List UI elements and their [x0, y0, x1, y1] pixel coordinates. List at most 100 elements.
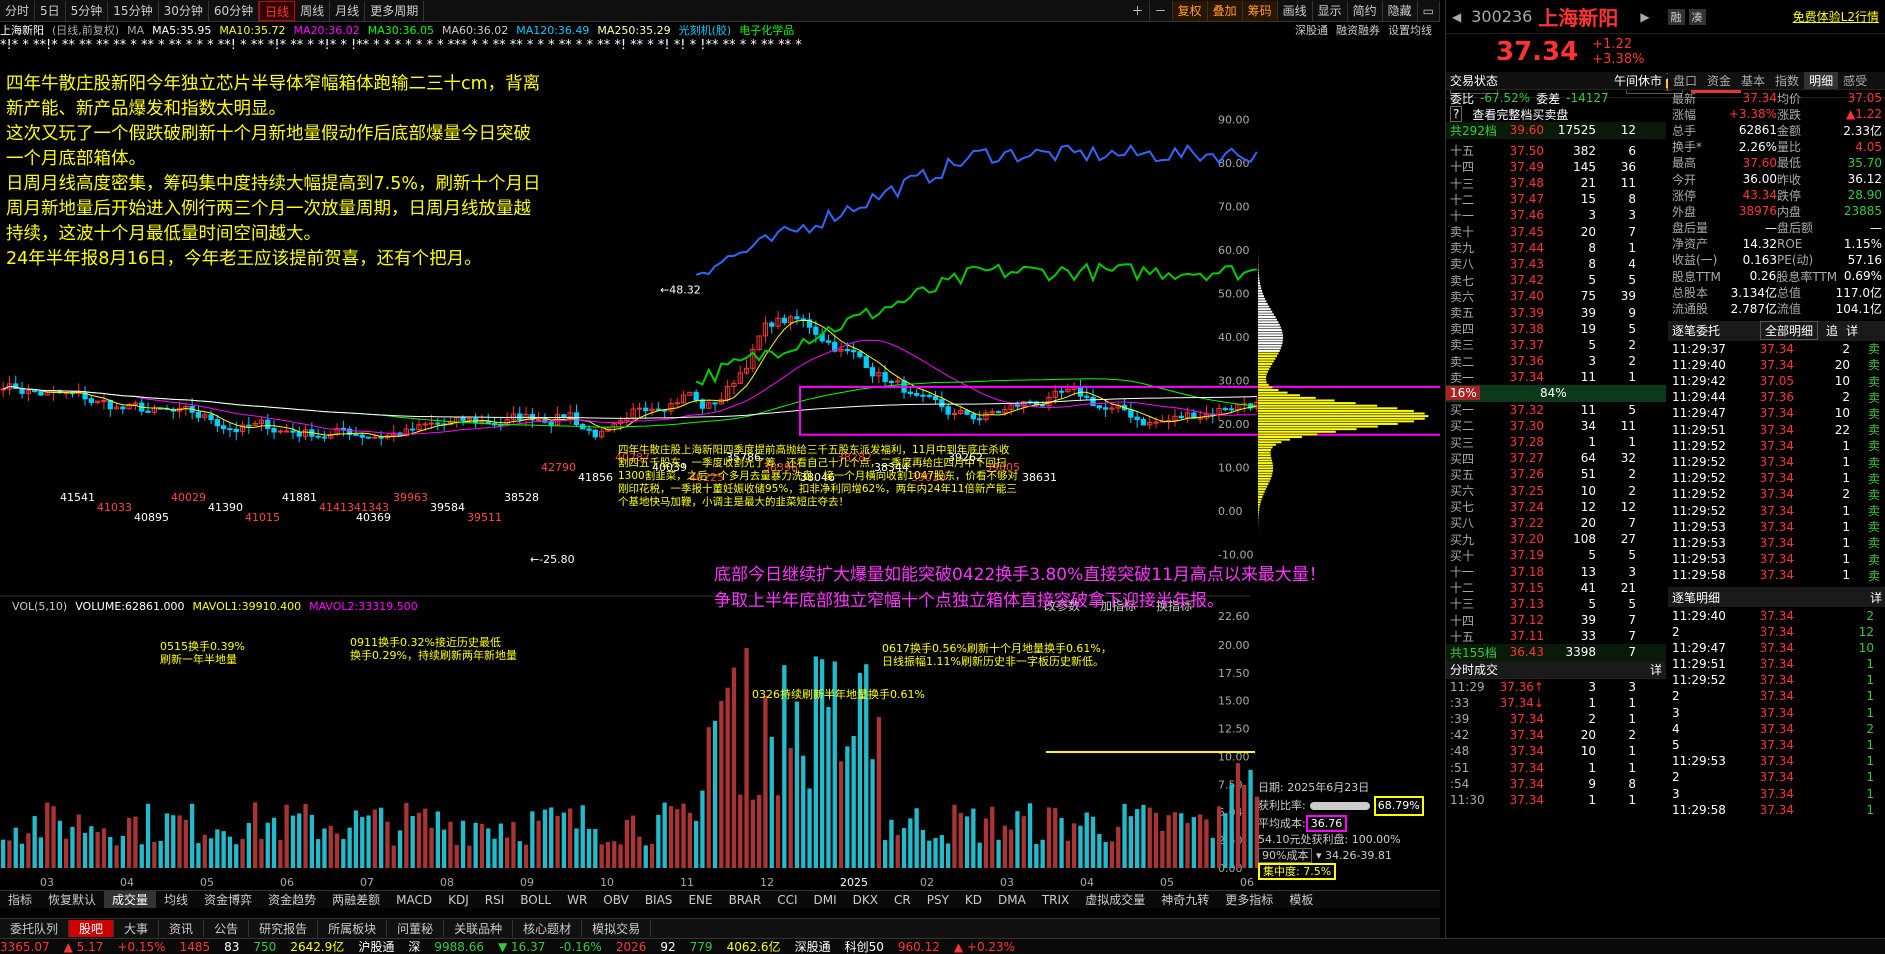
book-row[interactable]: 卖六 37.40 75 39: [1446, 288, 1666, 304]
toolbar-btn-2[interactable]: 筹码: [1242, 0, 1278, 21]
header-right[interactable]: 午间休市: [1614, 72, 1662, 89]
indicator-tab-24[interactable]: 虚拟成交量: [1077, 891, 1153, 908]
full-book-link[interactable]: 查看完整档买卖盘: [1472, 106, 1568, 123]
indicator-tab-16[interactable]: CCI: [769, 893, 805, 907]
next-stock-icon[interactable]: ▶: [1640, 10, 1649, 24]
book-row[interactable]: 十三 37.48 21 11: [1446, 175, 1666, 191]
toolbar-btn-4[interactable]: 显示: [1313, 0, 1348, 21]
book-total-row[interactable]: 共155档 36.43 3398 7: [1446, 644, 1666, 661]
indicator-tab-14[interactable]: ENE: [680, 893, 720, 907]
indicator-tab-11[interactable]: WR: [559, 893, 595, 907]
period-tab-3[interactable]: 15分钟: [108, 0, 159, 21]
indicator-tab-12[interactable]: OBV: [595, 893, 637, 907]
toolbar-btn-3[interactable]: 画线: [1278, 0, 1313, 21]
book-row[interactable]: 买九 37.20 108 27: [1446, 531, 1666, 547]
indicator-tab-5[interactable]: 资金趋势: [260, 891, 324, 908]
book-row[interactable]: :54 37.34 9 8: [1446, 776, 1666, 792]
book-row[interactable]: 买十 37.19 5 5: [1446, 547, 1666, 563]
info-link-2[interactable]: 设置均线: [1388, 22, 1432, 38]
indicator-tab-9[interactable]: RSI: [477, 893, 513, 907]
book-row[interactable]: 十二 37.15 41 21: [1446, 580, 1666, 596]
zbwt-btn-0[interactable]: 追: [1826, 322, 1838, 339]
zoom-out-icon[interactable]: －: [1150, 0, 1173, 21]
book-row[interactable]: 卖七 37.42 5 5: [1446, 272, 1666, 288]
indicator-tab-17[interactable]: DMI: [806, 893, 845, 907]
period-tab-7[interactable]: 周线: [295, 0, 331, 21]
toolbar-btn-1[interactable]: 叠加: [1207, 0, 1243, 21]
indicator-tab-4[interactable]: 资金博弈: [196, 891, 260, 908]
indicator-tab-7[interactable]: MACD: [388, 893, 440, 907]
book-row[interactable]: 卖八 37.43 8 4: [1446, 256, 1666, 272]
detail-tab-2[interactable]: 基本: [1736, 72, 1770, 89]
book-row[interactable]: 卖十 37.45 20 7: [1446, 224, 1666, 240]
bottom-tab-6[interactable]: 所属板块: [318, 920, 388, 937]
bottom-tab-5[interactable]: 研究报告: [249, 920, 319, 937]
detail-tab-4[interactable]: 明细: [1804, 72, 1839, 89]
indicator-tab-10[interactable]: BOLL: [512, 893, 559, 907]
toolbar-btn-0[interactable]: 复权: [1172, 0, 1208, 21]
bottom-tab-8[interactable]: 关联品种: [444, 920, 514, 937]
book-row[interactable]: 十三 37.13 5 5: [1446, 596, 1666, 612]
header-right[interactable]: 详: [1650, 661, 1662, 678]
book-row[interactable]: 卖三 37.37 5 2: [1446, 337, 1666, 353]
book-row[interactable]: 卖四 37.38 19 5: [1446, 321, 1666, 337]
book-row[interactable]: 11:29 37.36↑ 3 3: [1446, 679, 1666, 695]
book-row[interactable]: 买八 37.22 20 7: [1446, 515, 1666, 531]
bottom-tab-9[interactable]: 核心题材: [513, 920, 583, 937]
detail-tab-5[interactable]: 感受: [1838, 72, 1872, 89]
book-row[interactable]: 十二 37.47 15 8: [1446, 191, 1666, 207]
full-book-row[interactable]: ? 查看完整档买卖盘: [1446, 106, 1666, 123]
book-row[interactable]: 十五 37.11 33 7: [1446, 628, 1666, 644]
book-row[interactable]: 买四 37.27 64 32: [1446, 450, 1666, 466]
zbmx-btn[interactable]: 详: [1870, 589, 1882, 606]
book-row[interactable]: 卖五 37.39 39 9: [1446, 304, 1666, 321]
indicator-tab-8[interactable]: KDJ: [440, 893, 477, 907]
bottom-tab-10[interactable]: 模拟交易: [582, 920, 652, 937]
book-row[interactable]: :51 37.34 1 1: [1446, 760, 1666, 776]
period-tab-5[interactable]: 60分钟: [209, 0, 260, 21]
period-tab-6[interactable]: 日线: [259, 0, 296, 21]
info-link-0[interactable]: 深股通: [1295, 22, 1328, 38]
l2-trial-link[interactable]: 免费体验L2行情: [1793, 8, 1879, 25]
window-icon[interactable]: ▭: [1418, 0, 1440, 21]
info-concept2[interactable]: 电子化学品: [739, 22, 794, 38]
toolbar-btn-5[interactable]: 简约: [1348, 0, 1383, 21]
indicator-tab-0[interactable]: 指标: [0, 891, 40, 908]
bottom-tab-0[interactable]: 委托队列: [0, 920, 70, 937]
book-row[interactable]: 十四 37.12 39 7: [1446, 612, 1666, 628]
indicator-tab-25[interactable]: 神奇九转: [1153, 891, 1217, 908]
zbwt-btn-1[interactable]: 详: [1846, 322, 1858, 339]
period-tab-1[interactable]: 5日: [35, 0, 66, 21]
period-tab-0[interactable]: 分时: [0, 0, 36, 21]
book-row[interactable]: 买六 37.25 10 2: [1446, 483, 1666, 499]
indicator-tab-26[interactable]: 更多指标: [1217, 891, 1281, 908]
indicator-tab-13[interactable]: BIAS: [637, 893, 681, 907]
book-row[interactable]: 买二 37.30 34 11: [1446, 418, 1666, 434]
book-row[interactable]: 买三 37.28 1 1: [1446, 434, 1666, 450]
book-total-row[interactable]: 共292档 39.60 17525 12: [1446, 122, 1666, 139]
book-row[interactable]: 卖一 37.34 11 1: [1446, 369, 1666, 385]
help-icon[interactable]: ?: [1450, 106, 1463, 123]
indicator-tab-3[interactable]: 均线: [156, 891, 196, 908]
book-row[interactable]: 买五 37.26 51 2: [1446, 466, 1666, 482]
indicator-tab-21[interactable]: KD: [957, 893, 990, 907]
detail-tab-1[interactable]: 资金: [1702, 72, 1736, 89]
indicator-tab-15[interactable]: BRAR: [721, 893, 770, 907]
indicator-tab-18[interactable]: DKX: [845, 893, 886, 907]
indicator-tab-2[interactable]: 成交量: [104, 891, 157, 908]
book-row[interactable]: :39 37.34 2 1: [1446, 711, 1666, 727]
bottom-tab-2[interactable]: 大事: [114, 920, 160, 937]
indicator-tab-19[interactable]: CR: [886, 893, 919, 907]
bottom-tab-3[interactable]: 资讯: [159, 920, 205, 937]
book-row[interactable]: 卖二 37.36 3 2: [1446, 353, 1666, 369]
zbwt-filter[interactable]: 全部明细: [1760, 321, 1819, 341]
cost-select[interactable]: 90%成本: [1258, 848, 1313, 863]
indicator-tab-1[interactable]: 恢复默认: [40, 891, 104, 908]
zoom-in-icon[interactable]: ＋: [1127, 0, 1150, 21]
info-concept1[interactable]: 光刻机(胶): [679, 22, 732, 38]
prev-stock-icon[interactable]: ◀: [1452, 10, 1461, 24]
indicator-tab-22[interactable]: DMA: [990, 893, 1034, 907]
indicator-tab-20[interactable]: PSY: [919, 893, 957, 907]
bottom-tab-4[interactable]: 公告: [204, 920, 250, 937]
book-row[interactable]: 十一 37.46 3 3: [1446, 207, 1666, 223]
